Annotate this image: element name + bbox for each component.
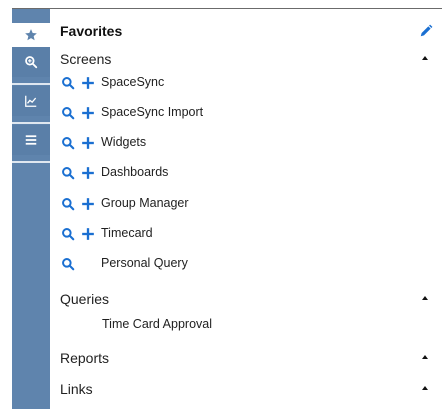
screens-section-header[interactable]: Screens	[60, 51, 442, 69]
screen-list-item[interactable]: SpaceSync Import	[61, 105, 431, 123]
plus-icon[interactable]	[81, 166, 95, 180]
screen-list-item[interactable]: Timecard	[61, 226, 431, 244]
sidebar-divider	[12, 161, 50, 163]
screen-item-label[interactable]: Timecard	[101, 226, 153, 240]
screens-title: Screens	[60, 51, 112, 67]
queries-title: Queries	[60, 291, 110, 307]
search-icon[interactable]	[61, 76, 75, 90]
query-item-time-card-approval[interactable]: Time Card Approval	[102, 317, 212, 331]
plus-icon[interactable]	[81, 106, 95, 120]
screen-list-item[interactable]: Widgets	[61, 135, 431, 153]
pencil-icon[interactable]	[419, 24, 433, 38]
search-icon[interactable]	[61, 197, 75, 211]
plus-icon[interactable]	[81, 227, 95, 241]
screen-list-item[interactable]: Dashboards	[61, 165, 431, 183]
sidebar-item-search[interactable]	[12, 47, 50, 77]
links-section-header[interactable]: Links	[60, 381, 442, 399]
top-divider	[12, 8, 442, 9]
search-icon[interactable]	[61, 166, 75, 180]
search-icon[interactable]	[61, 136, 75, 150]
plus-icon[interactable]	[81, 76, 95, 90]
sidebar-divider	[12, 83, 50, 85]
favorites-title: Favorites	[60, 23, 123, 39]
sidebar-item-favorites[interactable]	[12, 23, 50, 47]
collapse-caret-icon[interactable]	[422, 296, 428, 300]
plus-icon[interactable]	[81, 136, 95, 150]
collapse-caret-icon[interactable]	[422, 56, 428, 60]
screen-list-item[interactable]: Personal Query	[61, 256, 431, 274]
screen-item-label[interactable]: Personal Query	[101, 256, 188, 270]
sidebar-item-reports[interactable]	[12, 86, 50, 116]
favorites-header: Favorites	[60, 23, 442, 41]
screen-item-label[interactable]: Dashboards	[101, 165, 168, 179]
screen-list-item[interactable]: Group Manager	[61, 196, 431, 214]
screen-item-label[interactable]: SpaceSync	[101, 75, 164, 89]
screen-item-label[interactable]: Widgets	[101, 135, 146, 149]
left-sidebar	[12, 9, 50, 409]
search-icon[interactable]	[61, 106, 75, 120]
chart-icon	[25, 95, 37, 107]
collapse-caret-icon[interactable]	[422, 355, 428, 359]
search-icon[interactable]	[61, 227, 75, 241]
plus-icon[interactable]	[81, 197, 95, 211]
menu-icon	[25, 135, 37, 145]
screen-list-item[interactable]: SpaceSync	[61, 75, 431, 93]
screen-item-label[interactable]: SpaceSync Import	[101, 105, 203, 119]
collapse-caret-icon[interactable]	[422, 386, 428, 390]
screen-item-label[interactable]: Group Manager	[101, 196, 189, 210]
star-icon	[25, 29, 37, 41]
reports-title: Reports	[60, 350, 110, 366]
search-icon	[25, 56, 38, 69]
search-icon[interactable]	[61, 257, 75, 271]
links-title: Links	[60, 381, 93, 397]
queries-section-header[interactable]: Queries	[60, 291, 442, 309]
reports-section-header[interactable]: Reports	[60, 350, 442, 368]
sidebar-item-menu[interactable]	[12, 125, 50, 155]
sidebar-divider	[12, 122, 50, 124]
